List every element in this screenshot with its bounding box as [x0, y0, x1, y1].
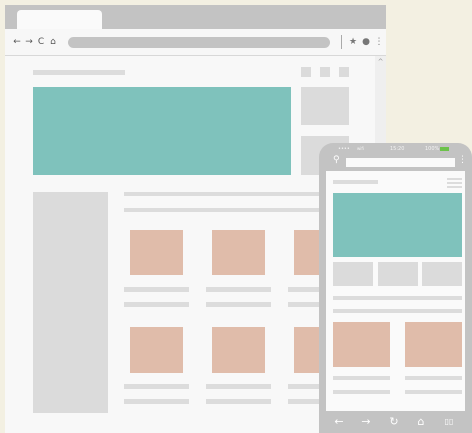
- card-text-line: [206, 302, 271, 307]
- mobile-home-icon[interactable]: ⌂: [413, 411, 429, 433]
- browser-toolbar: ← → C ⌂ ★ ● ⋮: [5, 29, 386, 56]
- mobile-card-text-line: [333, 390, 390, 394]
- mobile-card-text-line: [405, 376, 462, 380]
- mobile-text-line: [333, 309, 462, 313]
- card-text-line: [206, 384, 271, 389]
- mobile-card-image[interactable]: [405, 322, 462, 367]
- card-text-line: [124, 287, 189, 292]
- card-image[interactable]: [130, 230, 183, 275]
- wifi-icon: wifi: [357, 146, 364, 151]
- status-time: 15:20: [390, 146, 405, 152]
- star-icon[interactable]: ★: [348, 29, 358, 55]
- card-image[interactable]: [130, 327, 183, 373]
- header-icon-placeholder[interactable]: [320, 67, 330, 77]
- battery-percent: 100%: [425, 146, 440, 152]
- card-image[interactable]: [212, 327, 265, 373]
- mobile-thumb[interactable]: [333, 262, 373, 286]
- sidebar-placeholder: [33, 192, 108, 413]
- card-text-line: [206, 399, 271, 404]
- signal-icon: ••••: [338, 146, 350, 152]
- mobile-menu-icon[interactable]: ⋮: [458, 155, 467, 165]
- side-block: [301, 87, 349, 125]
- back-icon[interactable]: ←: [12, 29, 22, 55]
- toolbar-divider: [341, 35, 342, 49]
- mobile-card-text-line: [333, 376, 390, 380]
- battery-icon: [440, 147, 449, 151]
- hero-banner: [33, 87, 291, 175]
- mobile-forward-icon[interactable]: →: [358, 411, 374, 433]
- hamburger-icon[interactable]: [447, 182, 462, 184]
- mobile-reload-icon[interactable]: ↻: [386, 411, 402, 433]
- hamburger-icon[interactable]: [447, 178, 462, 180]
- search-icon[interactable]: ⚲: [333, 155, 340, 165]
- header-icon-placeholder[interactable]: [301, 67, 311, 77]
- mobile-text-line: [333, 296, 462, 300]
- scroll-up-icon[interactable]: ^: [375, 57, 386, 67]
- mobile-card-image[interactable]: [333, 322, 390, 367]
- mobile-bottom-nav: ← → ↻ ⌂ ▯▯: [319, 411, 472, 433]
- mobile-hero-banner: [333, 193, 462, 257]
- hamburger-icon[interactable]: [447, 186, 462, 188]
- card-image[interactable]: [212, 230, 265, 275]
- address-bar[interactable]: [68, 37, 330, 48]
- header-icon-placeholder[interactable]: [339, 67, 349, 77]
- mobile-thumb[interactable]: [378, 262, 418, 286]
- mobile-title-placeholder: [333, 180, 378, 184]
- menu-icon[interactable]: ⋮: [374, 29, 384, 55]
- status-bar: •••• wifi 15:20 100%: [319, 143, 472, 156]
- mobile-card-text-line: [405, 390, 462, 394]
- mobile-thumb[interactable]: [422, 262, 462, 286]
- mobile-bookmarks-icon[interactable]: ▯▯: [441, 411, 457, 433]
- forward-icon[interactable]: →: [24, 29, 34, 55]
- card-text-line: [124, 399, 189, 404]
- reload-icon[interactable]: C: [36, 29, 46, 55]
- mobile-phone-frame: •••• wifi 15:20 100% ⚲ ⋮ ← → ↻ ⌂ ▯▯: [319, 143, 472, 433]
- page-title-placeholder: [33, 70, 125, 75]
- home-icon[interactable]: ⌂: [48, 29, 58, 55]
- mobile-address-bar[interactable]: [346, 158, 455, 167]
- profile-icon[interactable]: ●: [361, 29, 371, 55]
- card-text-line: [206, 287, 271, 292]
- mobile-back-icon[interactable]: ←: [331, 411, 347, 433]
- mobile-page: [326, 171, 465, 411]
- card-text-line: [124, 302, 189, 307]
- card-text-line: [124, 384, 189, 389]
